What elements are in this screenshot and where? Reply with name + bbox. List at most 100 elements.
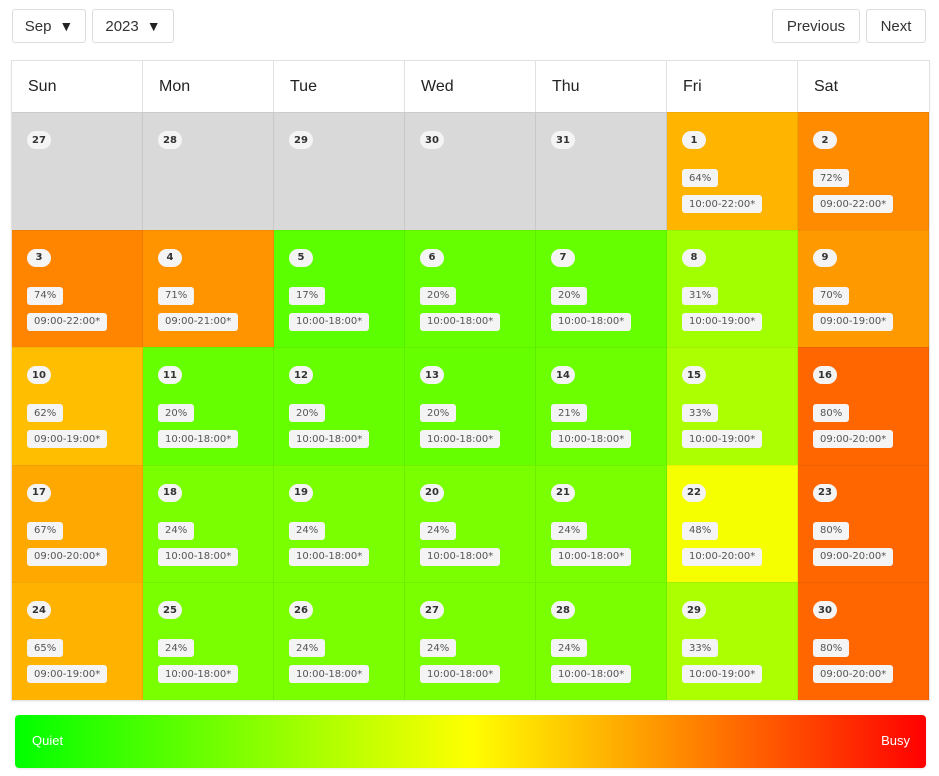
busy-percent-badge: 24% <box>289 639 326 657</box>
day-number-badge: 4 <box>158 248 182 267</box>
day-cell[interactable]: 29 33% 10:00-19:00* <box>667 582 798 700</box>
day-number-badge: 25 <box>158 601 182 619</box>
day-cell-other-month[interactable]: 28 <box>143 112 274 230</box>
busy-percent-badge: 70% <box>813 286 850 305</box>
busy-percent-badge: 71% <box>158 286 195 305</box>
opening-hours-badge: 10:00-20:00* <box>682 547 763 566</box>
busy-percent-badge: 24% <box>289 521 326 540</box>
legend-busy-label: Busy <box>881 733 910 748</box>
day-number-badge: 2 <box>813 131 837 149</box>
day-cell[interactable]: 24 65% 09:00-19:00* <box>12 582 143 700</box>
day-cell[interactable]: 8 31% 10:00-19:00* <box>667 229 798 347</box>
day-number-badge: 23 <box>813 483 837 502</box>
opening-hours-badge: 10:00-18:00* <box>420 665 501 683</box>
day-cell[interactable]: 20 24% 10:00-18:00* <box>405 464 536 582</box>
day-cell[interactable]: 2 72% 09:00-22:00* <box>798 112 929 230</box>
opening-hours-badge: 10:00-18:00* <box>420 312 501 331</box>
opening-hours-badge: 09:00-19:00* <box>27 665 108 683</box>
day-cell[interactable]: 27 24% 10:00-18:00* <box>405 582 536 700</box>
day-cell[interactable]: 14 21% 10:00-18:00* <box>536 347 667 465</box>
day-cell[interactable]: 30 80% 09:00-20:00* <box>798 582 929 700</box>
day-cell[interactable]: 22 48% 10:00-20:00* <box>667 464 798 582</box>
day-cell[interactable]: 7 20% 10:00-18:00* <box>536 229 667 347</box>
weekday-header: Sun Mon Tue Wed Thu Fri Sat <box>12 61 929 112</box>
day-number-badge: 15 <box>682 366 706 384</box>
weekday-sun: Sun <box>12 61 143 112</box>
opening-hours-badge: 10:00-18:00* <box>289 430 370 448</box>
opening-hours-badge: 09:00-21:00* <box>158 312 239 331</box>
weekday-mon: Mon <box>143 61 274 112</box>
day-cell[interactable]: 23 80% 09:00-20:00* <box>798 464 929 582</box>
day-cell[interactable]: 12 20% 10:00-18:00* <box>274 347 405 465</box>
day-number-badge: 29 <box>289 131 313 149</box>
busy-percent-badge: 24% <box>551 521 588 540</box>
day-cell[interactable]: 6 20% 10:00-18:00* <box>405 229 536 347</box>
opening-hours-badge: 10:00-18:00* <box>289 665 370 683</box>
day-cell[interactable]: 3 74% 09:00-22:00* <box>12 229 143 347</box>
day-cell[interactable]: 26 24% 10:00-18:00* <box>274 582 405 700</box>
busyness-legend: Quiet Busy <box>15 715 926 768</box>
weekday-tue: Tue <box>274 61 405 112</box>
day-cell[interactable]: 1 64% 10:00-22:00* <box>667 112 798 230</box>
day-number-badge: 29 <box>682 601 706 619</box>
month-select[interactable]: Sep ▼ <box>12 9 86 43</box>
day-number-badge: 26 <box>289 601 313 619</box>
day-cell[interactable]: 15 33% 10:00-19:00* <box>667 347 798 465</box>
busy-percent-badge: 80% <box>813 404 850 422</box>
opening-hours-badge: 10:00-18:00* <box>420 430 501 448</box>
day-cell[interactable]: 16 80% 09:00-20:00* <box>798 347 929 465</box>
day-cells: 27 28 29 30 31 1 64% 10:00-22:00* 2 72% 09:00-22:0… <box>12 112 929 700</box>
day-cell-other-month[interactable]: 29 <box>274 112 405 230</box>
busy-percent-badge: 20% <box>420 286 457 305</box>
busy-percent-badge: 72% <box>813 169 850 187</box>
busy-percent-badge: 24% <box>158 639 195 657</box>
opening-hours-badge: 10:00-18:00* <box>158 665 239 683</box>
day-number-badge: 18 <box>158 483 182 502</box>
day-cell[interactable]: 28 24% 10:00-18:00* <box>536 582 667 700</box>
day-cell[interactable]: 13 20% 10:00-18:00* <box>405 347 536 465</box>
opening-hours-badge: 09:00-20:00* <box>813 547 894 566</box>
opening-hours-badge: 10:00-22:00* <box>682 195 763 213</box>
day-cell-other-month[interactable]: 31 <box>536 112 667 230</box>
weekday-thu: Thu <box>536 61 667 112</box>
day-number-badge: 17 <box>27 483 51 502</box>
day-cell[interactable]: 25 24% 10:00-18:00* <box>143 582 274 700</box>
calendar-grid: Sun Mon Tue Wed Thu Fri Sat 27 28 29 30 31 1 6… <box>11 60 930 701</box>
day-cell[interactable]: 18 24% 10:00-18:00* <box>143 464 274 582</box>
busy-percent-badge: 67% <box>27 521 64 540</box>
opening-hours-badge: 09:00-20:00* <box>813 430 894 448</box>
opening-hours-badge: 09:00-22:00* <box>813 195 894 213</box>
day-number-badge: 6 <box>420 248 444 267</box>
busy-percent-badge: 20% <box>551 286 588 305</box>
previous-button[interactable]: Previous <box>772 9 860 43</box>
day-cell[interactable]: 10 62% 09:00-19:00* <box>12 347 143 465</box>
day-cell-other-month[interactable]: 27 <box>12 112 143 230</box>
opening-hours-badge: 10:00-18:00* <box>420 547 501 566</box>
day-number-badge: 19 <box>289 483 313 502</box>
day-cell[interactable]: 11 20% 10:00-18:00* <box>143 347 274 465</box>
opening-hours-badge: 10:00-18:00* <box>289 547 370 566</box>
day-number-badge: 10 <box>27 366 51 384</box>
day-number-badge: 5 <box>289 248 313 267</box>
day-cell[interactable]: 21 24% 10:00-18:00* <box>536 464 667 582</box>
day-cell[interactable]: 19 24% 10:00-18:00* <box>274 464 405 582</box>
year-select[interactable]: 2023 ▼ <box>92 9 174 43</box>
day-number-badge: 7 <box>551 248 575 267</box>
opening-hours-badge: 10:00-19:00* <box>682 665 763 683</box>
day-number-badge: 14 <box>551 366 575 384</box>
opening-hours-badge: 09:00-20:00* <box>27 547 108 566</box>
day-cell-other-month[interactable]: 30 <box>405 112 536 230</box>
busy-percent-badge: 31% <box>682 286 719 305</box>
busy-percent-badge: 80% <box>813 521 850 540</box>
day-cell[interactable]: 17 67% 09:00-20:00* <box>12 464 143 582</box>
day-cell[interactable]: 5 17% 10:00-18:00* <box>274 229 405 347</box>
busy-percent-badge: 20% <box>158 404 195 422</box>
day-number-badge: 11 <box>158 366 182 384</box>
day-cell[interactable]: 9 70% 09:00-19:00* <box>798 229 929 347</box>
opening-hours-badge: 10:00-18:00* <box>551 665 632 683</box>
next-button[interactable]: Next <box>866 9 926 43</box>
opening-hours-badge: 10:00-18:00* <box>551 547 632 566</box>
year-value: 2023 <box>105 17 139 35</box>
day-cell[interactable]: 4 71% 09:00-21:00* <box>143 229 274 347</box>
weekday-fri: Fri <box>667 61 798 112</box>
